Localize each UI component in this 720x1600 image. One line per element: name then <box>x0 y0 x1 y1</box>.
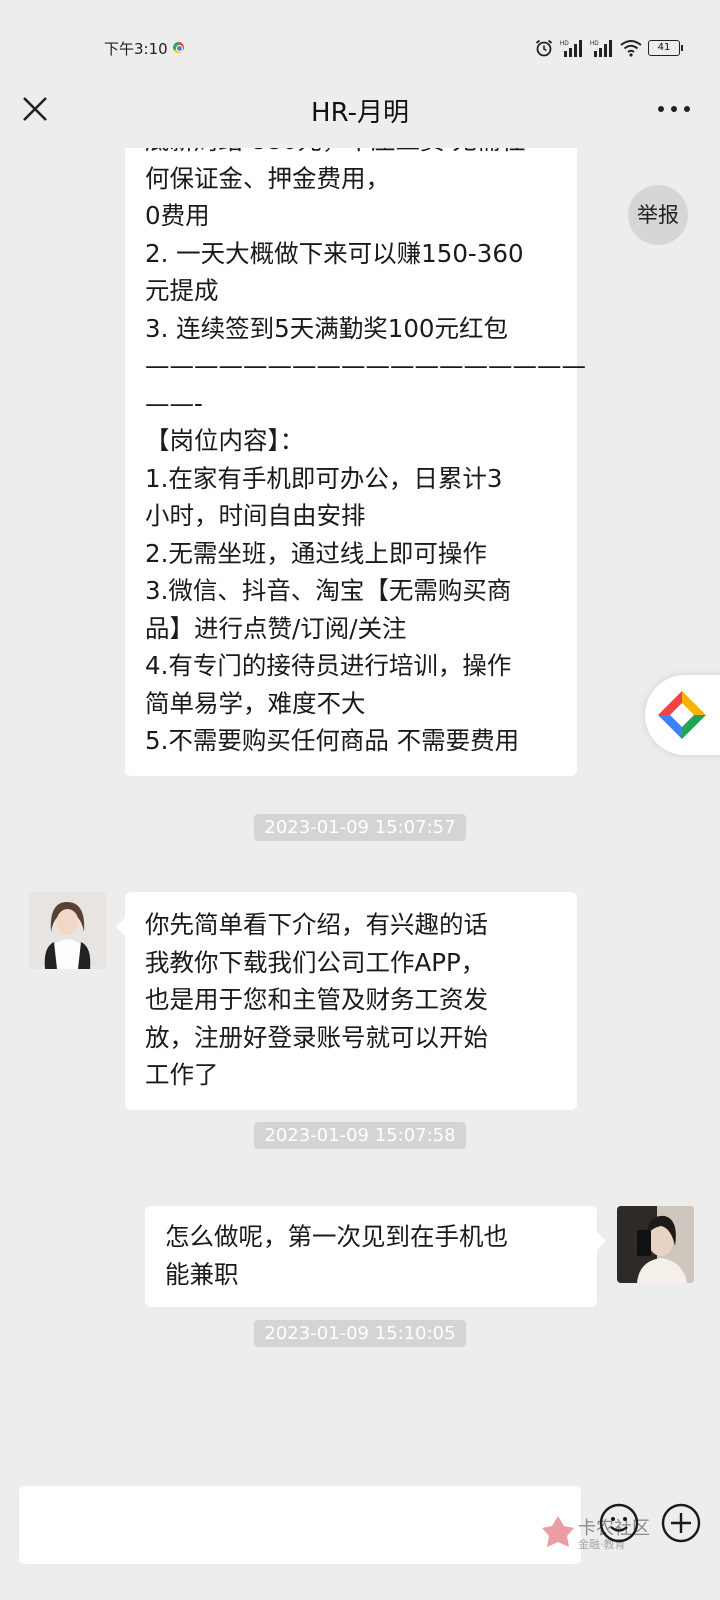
message-line: 5.不需要购买任何商品 不需要费用 <box>145 726 520 755</box>
more-options-icon[interactable] <box>658 106 690 112</box>
assistant-logo-icon <box>658 691 706 739</box>
contact-avatar[interactable] <box>29 892 106 969</box>
message-line: 2. 一天大概做下来可以赚150-360 <box>145 238 524 268</box>
timestamp: 2023-01-09 15:10:05 <box>0 1320 720 1347</box>
message-line: 简单易学，难度不大 <box>145 688 366 718</box>
message-bubble-received[interactable]: 底薪周结 880元，不压工资 无需任 何保证金、押金费用， 0费用 2. 一天大… <box>125 148 586 776</box>
message-line: 底薪周结 880元，不压工资 无需任 <box>145 148 559 160</box>
message-line: 能兼职 <box>165 1259 239 1289</box>
signal-label: HD <box>560 41 569 47</box>
input-bar: 卡农社区 金融·教育 <box>0 1470 720 1600</box>
signal-icon: HD <box>560 40 582 57</box>
watermark-icon <box>542 1516 574 1547</box>
browser-notification-icon <box>173 42 184 53</box>
timestamp: 2023-01-09 15:07:58 <box>0 1122 720 1149</box>
message-list[interactable]: 底薪周结 880元，不压工资 无需任 何保证金、押金费用， 0费用 2. 一天大… <box>0 148 720 1468</box>
message-line: 何保证金、押金费用， <box>145 163 390 193</box>
message-line: 也是用于您和主管及财务工资发 <box>145 985 488 1014</box>
message-line: 4.有专门的接待员进行培训，操作 <box>145 651 512 680</box>
floating-assistant-widget[interactable] <box>645 675 720 755</box>
message-line: 0费用 <box>145 201 210 230</box>
message-bubble-sent[interactable]: 怎么做呢，第一次见到在手机也 能兼职 <box>145 1206 606 1307</box>
message-line: 品】进行点赞/订阅/关注 <box>145 613 407 643</box>
message-line: 元提成 <box>145 276 219 305</box>
report-button[interactable]: 举报 <box>628 185 688 245</box>
message-line: 2.无需坐班，通过线上即可操作 <box>145 538 487 568</box>
avatar-image <box>29 892 106 969</box>
message-line: 工作了 <box>145 1060 219 1089</box>
emoji-icon[interactable] <box>598 1502 640 1544</box>
add-attachment-icon[interactable] <box>660 1502 702 1544</box>
timestamp-label: 2023-01-09 15:10:05 <box>254 1320 466 1347</box>
chat-title: HR-月明 <box>311 98 409 128</box>
message-line: 小时，时间自由安排 <box>145 501 366 530</box>
my-avatar[interactable] <box>617 1206 694 1283</box>
message-line: 放，注册好登录账号就可以开始 <box>145 1022 488 1052</box>
timestamp: 2023-01-09 15:07:57 <box>0 814 720 841</box>
timestamp-label: 2023-01-09 15:07:58 <box>254 1122 466 1149</box>
message-line: 3.微信、抖音、淘宝【无需购买商 <box>145 576 512 605</box>
alarm-icon <box>535 39 553 57</box>
message-line: —————————————————— <box>145 351 586 380</box>
battery-indicator: 41 <box>648 40 683 56</box>
status-icons: HD HD 41 <box>534 38 683 58</box>
message-input[interactable] <box>19 1486 581 1564</box>
message-line: 我教你下载我们公司工作APP， <box>145 947 486 977</box>
timestamp-label: 2023-01-09 15:07:57 <box>254 814 466 841</box>
message-bubble-received[interactable]: 你先简单看下介绍，有兴趣的话 我教你下载我们公司工作APP， 也是用于您和主管及… <box>116 892 577 1110</box>
message-line: 3. 连续签到5天满勤奖100元红包 <box>145 313 509 343</box>
message-line: 【岗位内容】： <box>145 426 305 455</box>
chat-header: HR-月明 <box>0 80 720 144</box>
message-line: 1.在家有手机即可办公，日累计3 <box>145 463 503 493</box>
signal-icon-2: HD <box>590 40 612 57</box>
message-line: 怎么做呢，第一次见到在手机也 <box>165 1222 508 1251</box>
message-line: ——- <box>145 388 203 418</box>
avatar-image <box>617 1206 694 1283</box>
wifi-icon <box>620 40 642 57</box>
status-time: 下午3:10 <box>104 40 168 58</box>
signal-label-2: HD <box>590 41 599 47</box>
message-line: 你先简单看下介绍，有兴趣的话 <box>145 910 488 939</box>
